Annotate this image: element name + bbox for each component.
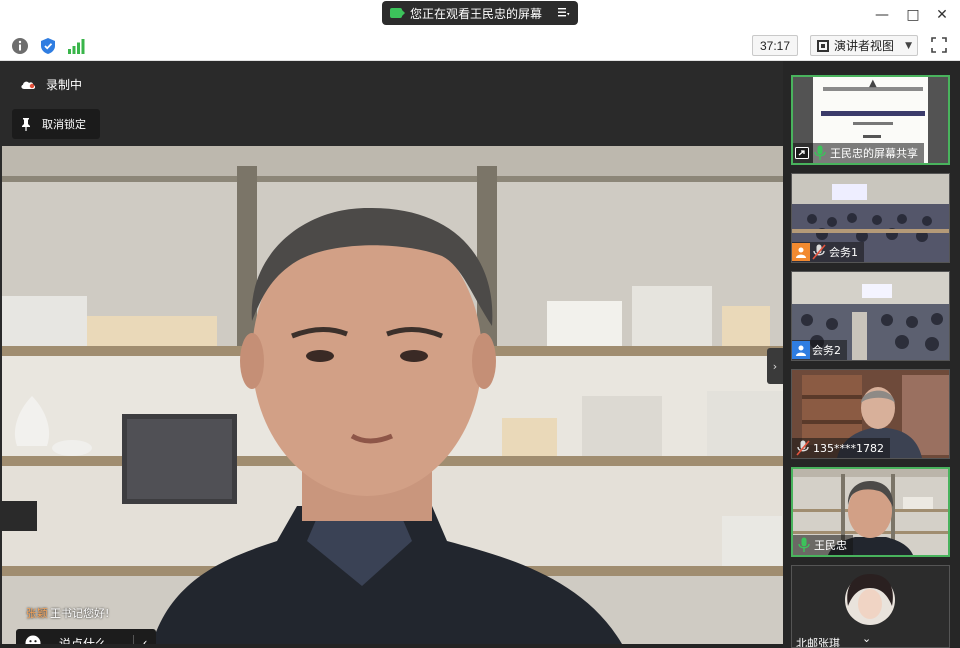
user-avatar-icon: [792, 341, 810, 359]
minimize-button[interactable]: —: [870, 4, 894, 26]
chevron-down-icon: ▼: [905, 40, 912, 51]
mic-muted-icon: [796, 440, 810, 456]
participant-name: 135****1782: [813, 441, 884, 455]
layout-icon: [817, 39, 829, 52]
screen-share-icon: [390, 8, 405, 18]
chevron-left-icon[interactable]: ‹: [134, 636, 156, 644]
chat-input-box[interactable]: 说点什么... ‹: [16, 629, 156, 644]
view-mode-dropdown[interactable]: 演讲者视图 ▼: [810, 35, 918, 56]
collapse-sidebar-button[interactable]: ›: [767, 348, 783, 384]
mic-on-icon: [814, 145, 826, 160]
chat-sender: 张颖: [26, 607, 48, 620]
participant-label: 北邮张琪: [792, 633, 846, 648]
participant-tile[interactable]: ⌄ 北邮张琪: [791, 565, 950, 648]
unpin-label: 取消锁定: [42, 118, 86, 131]
meeting-window: 您正在观看王民忠的屏幕 — □ ✕ 37:17 演讲者视图 ▼ 录制中 取消锁定…: [0, 0, 960, 648]
participant-label: 王民忠的屏幕共享: [793, 143, 924, 163]
participant-name: 王民忠: [814, 539, 847, 552]
menu-icon[interactable]: [558, 6, 570, 20]
participant-tile[interactable]: 135****1782: [791, 369, 950, 459]
user-avatar-icon: [792, 243, 810, 261]
participant-label: 会务2: [792, 340, 847, 360]
main-stage: 录制中 取消锁定 张颖 王书记您好! 说点什么... ‹ ›: [0, 61, 783, 648]
close-button[interactable]: ✕: [930, 4, 954, 26]
title-bar: 您正在观看王民忠的屏幕 — □ ✕: [0, 0, 960, 30]
pin-icon: [22, 118, 30, 131]
participant-name: 会务2: [812, 344, 841, 357]
mic-muted-icon: [812, 244, 826, 260]
share-screen-icon: [793, 144, 811, 162]
recording-label: 录制中: [46, 77, 83, 92]
cloud-icon: [21, 81, 36, 89]
participant-label: 会务1: [792, 242, 864, 262]
participant-panel: ▲ 王民忠的屏幕共享 会务1 会务2 135****1782 王民忠 ⌄ 北邮张…: [783, 61, 960, 648]
participant-label: 王民忠: [793, 535, 853, 555]
signal-icon[interactable]: [67, 37, 85, 55]
participant-name: 王民忠的屏幕共享: [830, 147, 918, 160]
view-mode-label: 演讲者视图: [834, 39, 895, 53]
unpin-button[interactable]: 取消锁定: [12, 109, 100, 139]
meeting-timer: 37:17: [752, 35, 798, 56]
participant-tile[interactable]: ▲ 王民忠的屏幕共享: [791, 75, 950, 165]
shield-icon[interactable]: [39, 37, 57, 55]
speaker-video: [2, 146, 783, 644]
participant-tile[interactable]: 会务1: [791, 173, 950, 263]
screen-sharing-indicator[interactable]: 您正在观看王民忠的屏幕: [382, 1, 578, 25]
chevron-right-icon: ›: [772, 359, 778, 373]
participant-tile[interactable]: 王民忠: [791, 467, 950, 557]
stage-bottom-bar: [0, 644, 783, 648]
fullscreen-icon[interactable]: [931, 37, 947, 53]
chat-input-placeholder: 说点什么...: [59, 636, 119, 645]
participant-name: 北邮张琪: [796, 637, 840, 648]
mic-on-icon: [798, 537, 810, 552]
chat-message: 张颖 王书记您好!: [26, 605, 109, 621]
sharing-text: 您正在观看王民忠的屏幕: [410, 6, 543, 21]
chevron-up-icon[interactable]: ▲: [869, 78, 877, 89]
minimize-icon: —: [875, 7, 889, 23]
recording-indicator: 录制中: [12, 71, 90, 97]
participant-name: 会务1: [829, 246, 858, 259]
meeting-toolbar: 37:17 演讲者视图 ▼: [0, 30, 960, 61]
chevron-down-icon[interactable]: ⌄: [862, 632, 871, 645]
participant-tile[interactable]: 会务2: [791, 271, 950, 361]
maximize-icon: □: [906, 7, 920, 23]
emoji-icon[interactable]: [25, 635, 41, 644]
chat-text: 王书记您好!: [50, 607, 110, 620]
main-video-feed[interactable]: 张颖 王书记您好! 说点什么... ‹: [2, 146, 783, 644]
maximize-button[interactable]: □: [901, 4, 925, 26]
info-icon[interactable]: [11, 37, 29, 55]
close-icon: ✕: [936, 7, 948, 23]
participant-label: 135****1782: [792, 438, 890, 458]
